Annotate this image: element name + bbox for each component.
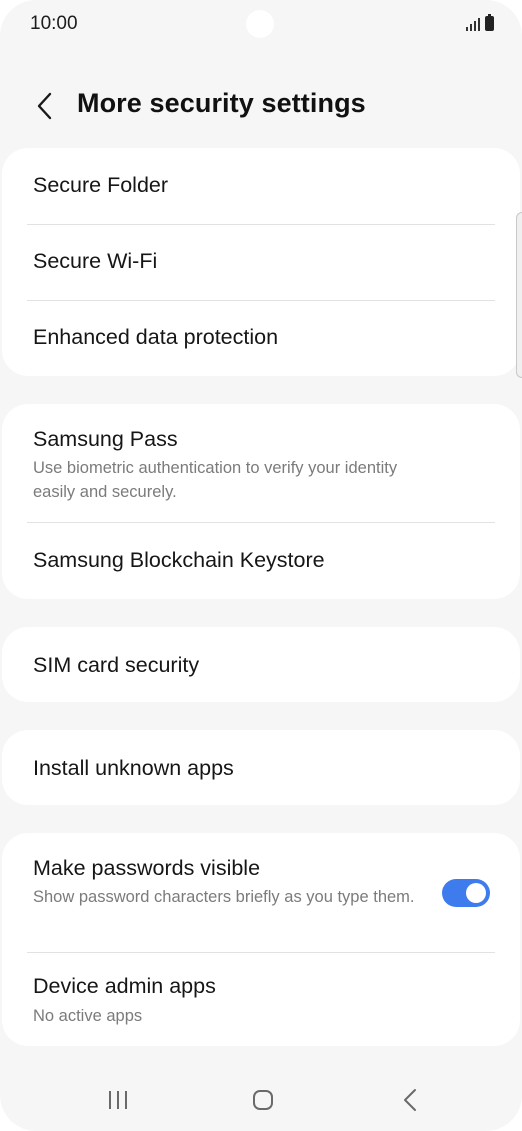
list-item-sim-card-security[interactable]: SIM card security [2,627,520,702]
item-subtitle: No active apps [33,1007,143,1025]
back-icon [404,1089,416,1111]
nav-back-button[interactable] [390,1084,430,1116]
status-icons [466,14,494,31]
list-item-device-admin-apps[interactable]: Device admin apps No active apps [2,952,520,1046]
item-title: Enhanced data protection [33,325,279,349]
list-item-blockchain-keystore[interactable]: Samsung Blockchain Keystore [2,522,520,599]
battery-icon [485,14,494,31]
list-item-enhanced-data-protection[interactable]: Enhanced data protection [2,300,520,376]
settings-card-security: Secure Folder Secure Wi-Fi Enhanced data… [2,148,520,376]
item-title: Device admin apps [33,974,216,998]
item-subtitle: Show password characters briefly as you … [33,888,415,906]
item-title: Samsung Blockchain Keystore [33,548,325,572]
status-time: 10:00 [30,13,78,34]
settings-card-passwords: Make passwords visible Show password cha… [2,833,520,1046]
home-button[interactable] [243,1084,283,1116]
chevron-left-icon [37,92,52,120]
list-item-samsung-pass[interactable]: Samsung Pass Use biometric authenticatio… [2,404,520,522]
list-item-make-passwords-visible[interactable]: Make passwords visible Show password cha… [2,833,520,952]
list-item-secure-folder[interactable]: Secure Folder [2,148,520,224]
settings-card-samsung: Samsung Pass Use biometric authenticatio… [2,404,520,599]
item-title: SIM card security [33,653,200,677]
signal-icon [466,17,480,31]
back-button[interactable] [26,86,62,126]
item-subtitle: Use biometric authentication to verify y… [33,459,398,501]
scrollbar[interactable] [516,212,522,378]
navigation-bar [0,1068,522,1131]
phone-screen: 10:00 More security settings Secure Fold… [0,0,522,1131]
item-title: Samsung Pass [33,427,178,451]
item-title: Install unknown apps [33,756,234,780]
app-header: More security settings [0,78,522,134]
camera-cutout [246,10,274,38]
toggle-knob [466,883,486,903]
item-title: Secure Folder [33,173,169,197]
recents-icon [109,1091,127,1109]
settings-card-install: Install unknown apps [2,730,520,805]
list-item-secure-wifi[interactable]: Secure Wi-Fi [2,224,520,300]
status-bar: 10:00 [0,0,522,48]
recents-button[interactable] [98,1084,138,1116]
page-title: More security settings [77,88,366,118]
home-icon [253,1090,273,1110]
settings-card-sim: SIM card security [2,627,520,702]
list-item-install-unknown-apps[interactable]: Install unknown apps [2,730,520,805]
item-title: Secure Wi-Fi [33,249,158,273]
make-passwords-visible-toggle[interactable] [442,879,490,907]
item-title: Make passwords visible [33,856,261,880]
